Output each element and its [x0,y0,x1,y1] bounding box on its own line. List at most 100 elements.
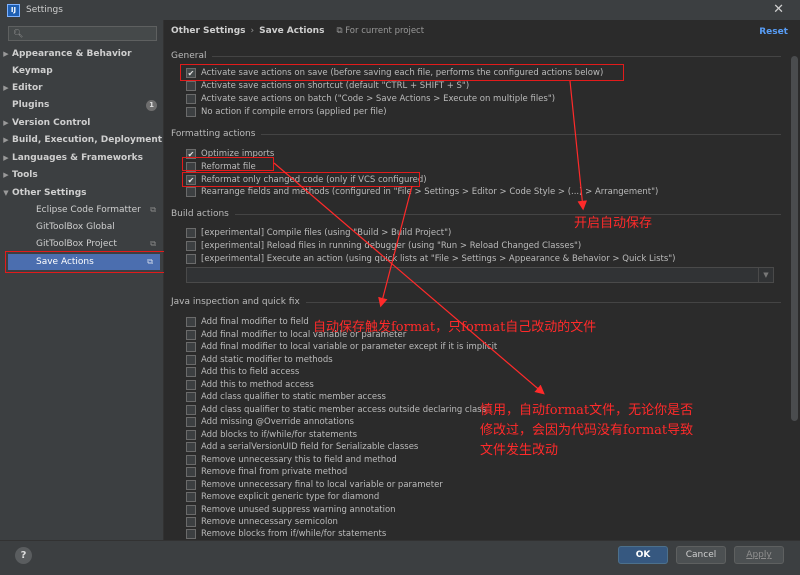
sidebar-item-appearance-behavior[interactable]: ▶ Appearance & Behavior [0,46,163,62]
option-java-12[interactable]: Remove final from private method [186,466,347,478]
ok-button[interactable]: OK [618,546,668,564]
option-java-17[interactable]: Remove blocks from if/while/for statemen… [186,528,386,540]
checkbox[interactable] [186,367,196,377]
option-java-4[interactable]: Add this to field access [186,366,299,378]
checkbox[interactable] [186,492,196,502]
group-divider [234,213,781,215]
checkbox[interactable] [186,254,196,264]
option-label: Activate save actions on batch ("Code > … [201,94,556,104]
option-java-10[interactable]: Add a serialVersionUID field for Seriali… [186,441,418,453]
expand-arrow-icon[interactable]: ▶ [0,171,12,179]
sidebar-item-version-control[interactable]: ▶ Version Control [0,115,163,131]
checkbox[interactable] [186,529,196,539]
option-activate-on-shortcut[interactable]: Activate save actions on shortcut (defau… [186,80,469,92]
checkbox[interactable] [186,81,196,91]
sidebar-item-build-execution-deployment[interactable]: ▶ Build, Execution, Deployment [0,132,163,148]
expand-arrow-icon[interactable]: ▶ [0,119,12,127]
checkbox[interactable] [186,417,196,427]
option-activate-on-batch[interactable]: Activate save actions on batch ("Code > … [186,93,555,105]
checkbox[interactable] [186,442,196,452]
project-scope-note: ⧉ For current project [336,26,424,36]
expand-arrow-icon[interactable]: ▶ [0,136,12,144]
checkbox[interactable] [186,330,196,340]
checkbox[interactable] [186,430,196,440]
checkbox[interactable] [186,380,196,390]
checkbox[interactable] [186,94,196,104]
settings-sidebar: 🔍︎ ▶ Appearance & Behavior Keymap ▶ Editor… [0,20,164,540]
checkbox[interactable] [186,342,196,352]
search-input[interactable] [23,29,152,38]
option-java-5[interactable]: Add this to method access [186,379,314,391]
sidebar-item-label: GitToolBox Project [36,239,117,249]
option-java-11[interactable]: Remove unnecessary this to field and met… [186,454,397,466]
sidebar-item-label: Build, Execution, Deployment [12,135,163,145]
option-java-9[interactable]: Add blocks to if/while/for statements [186,429,357,441]
option-no-action-compile-errors[interactable]: No action if compile errors (applied per… [186,106,387,118]
highlight-reformat-file [182,157,274,171]
highlight-reformat-changed-code [182,172,420,187]
checkbox[interactable] [186,317,196,327]
checkbox[interactable] [186,405,196,415]
chevron-down-icon[interactable]: ▼ [758,268,773,282]
option-java-7[interactable]: Add class qualifier to static member acc… [186,404,486,416]
sidebar-item-gittoolbox-project[interactable]: GitToolBox Project ⧉ [0,236,163,252]
option-java-8[interactable]: Add missing @Override annotations [186,416,354,428]
apply-button[interactable]: Apply [734,546,784,564]
expand-arrow-icon[interactable]: ▼ [0,189,12,197]
checkbox[interactable] [186,355,196,365]
group-title: Java inspection and quick fix [171,297,300,307]
option-label: [experimental] Compile files (using "Bui… [201,228,452,238]
option-java-3[interactable]: Add static modifier to methods [186,354,333,366]
group-divider [212,55,781,57]
option-label: Add this to method access [201,380,314,390]
checkbox[interactable] [186,228,196,238]
checkbox[interactable] [186,187,196,197]
option-java-14[interactable]: Remove explicit generic type for diamond [186,491,379,503]
help-icon[interactable]: ? [15,547,32,564]
sidebar-item-label: Languages & Frameworks [12,153,144,163]
cancel-button[interactable]: Cancel [676,546,726,564]
option-java-13[interactable]: Remove unnecessary final to local variab… [186,479,443,491]
sidebar-item-eclipse-code-formatter[interactable]: Eclipse Code Formatter ⧉ [0,202,163,218]
option-java-6[interactable]: Add class qualifier to static member acc… [186,391,386,403]
sidebar-item-editor[interactable]: ▶ Editor [0,80,163,96]
checkbox[interactable] [186,241,196,251]
option-compile-files[interactable]: [experimental] Compile files (using "Bui… [186,227,451,239]
checkbox[interactable] [186,455,196,465]
option-label: Remove final from private method [201,467,348,477]
option-label: Remove unnecessary this to field and met… [201,455,397,465]
checkbox[interactable] [186,480,196,490]
option-java-2[interactable]: Add final modifier to local variable or … [186,341,497,353]
sidebar-item-tools[interactable]: ▶ Tools [0,167,163,183]
vertical-scrollbar[interactable] [791,56,798,421]
copy-project-icon: ⧉ [336,26,346,36]
sidebar-item-gittoolbox-global[interactable]: GitToolBox Global [0,219,163,235]
annotation-format-changed: 自动保存触发format，只format自己改动的文件 [313,320,597,335]
sidebar-item-languages-frameworks[interactable]: ▶ Languages & Frameworks [0,150,163,166]
sidebar-item-label: Tools [12,170,38,180]
sidebar-item-plugins[interactable]: Plugins 1 [0,97,163,113]
reset-link[interactable]: Reset [759,27,788,37]
checkbox[interactable] [186,392,196,402]
quick-list-dropdown[interactable]: ▼ [186,267,774,283]
search-box[interactable]: 🔍︎ [8,26,157,41]
option-java-15[interactable]: Remove unused suppress warning annotatio… [186,504,396,516]
checkbox[interactable] [186,107,196,117]
expand-arrow-icon[interactable]: ▶ [0,84,12,92]
annotation-enable-autosave: 开启自动保存 [574,216,653,231]
option-label: [experimental] Reload files in running d… [201,241,582,251]
expand-arrow-icon[interactable]: ▶ [0,50,12,58]
checkbox[interactable] [186,467,196,477]
close-icon[interactable]: ✕ [773,2,784,17]
option-rearrange-fields[interactable]: Rearrange fields and methods (configured… [186,186,658,198]
checkbox[interactable] [186,505,196,515]
option-java-0[interactable]: Add final modifier to field [186,316,309,328]
checkbox[interactable] [186,517,196,527]
option-java-16[interactable]: Remove unnecessary semicolon [186,516,338,528]
option-execute-action[interactable]: [experimental] Execute an action (using … [186,253,676,265]
expand-arrow-icon[interactable]: ▶ [0,154,12,162]
search-icon: 🔍︎ [13,29,24,38]
sidebar-item-other-settings[interactable]: ▼ Other Settings [0,185,163,201]
option-reload-files-debugger[interactable]: [experimental] Reload files in running d… [186,240,581,252]
sidebar-item-keymap[interactable]: Keymap [0,63,163,79]
